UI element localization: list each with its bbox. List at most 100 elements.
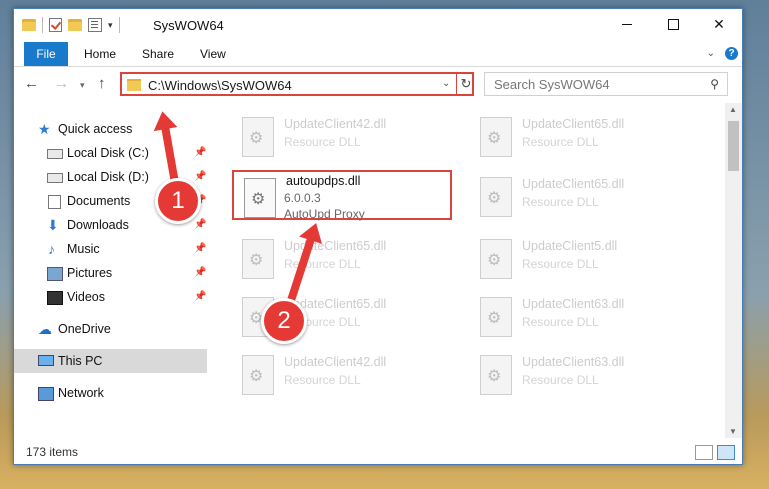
details-view-icon[interactable] [695, 445, 713, 460]
list-item[interactable]: UpdateClient5.dll Resource DLL [470, 233, 690, 283]
file-name: autoupdps.dll [286, 174, 361, 188]
recent-locations-chevron-icon[interactable]: ▾ [80, 80, 85, 91]
dll-file-icon [480, 355, 512, 395]
file-type: Resource DLL [284, 257, 361, 271]
dll-file-icon [242, 239, 274, 279]
expand-ribbon-chevron-icon[interactable]: ⌄ [707, 48, 715, 59]
pin-icon[interactable]: 📌 [194, 261, 206, 285]
tab-file[interactable]: File [24, 42, 68, 66]
customize-toolbar-dropdown-icon[interactable]: ▾ [108, 20, 113, 31]
file-type: Resource DLL [522, 257, 599, 271]
close-button[interactable]: ✕ [696, 9, 742, 40]
sidebar-item-network[interactable]: Network [14, 381, 207, 405]
properties-icon[interactable] [88, 18, 102, 32]
back-arrow-icon[interactable]: ← [24, 75, 39, 92]
scroll-up-icon[interactable]: ▲ [729, 105, 737, 114]
file-type: Resource DLL [522, 195, 599, 209]
pin-icon[interactable]: 📌 [194, 237, 206, 261]
search-icon[interactable]: ⚲ [710, 77, 719, 91]
picture-icon [47, 267, 63, 281]
toolbar-divider [42, 17, 43, 33]
download-icon: ⬇ [47, 217, 59, 233]
tab-share[interactable]: Share [142, 42, 174, 66]
file-name: UpdateClient63.dll [522, 297, 625, 311]
scroll-down-icon[interactable]: ▼ [729, 427, 737, 436]
pin-icon[interactable]: 📌 [194, 141, 206, 165]
search-placeholder: Search SysWOW64 [494, 77, 610, 92]
navigation-pane: ★ Quick access Local Disk (C:) 📌 Local D… [14, 109, 207, 439]
sidebar-item-quick-access[interactable]: ★ Quick access [14, 117, 207, 141]
disk-icon [47, 173, 63, 183]
ribbon-right-controls: ⌄ ? [707, 47, 738, 60]
file-name: UpdateClient65.dll [284, 239, 387, 253]
file-description: AutoUpd Proxy [284, 207, 365, 221]
up-arrow-icon[interactable]: ↑ [98, 75, 106, 92]
sidebar-item-label: Local Disk (D:) [67, 170, 149, 184]
folder-icon [127, 79, 141, 91]
forward-arrow-icon[interactable]: → [54, 75, 69, 92]
pin-icon[interactable]: 📌 [194, 285, 206, 309]
sidebar-item-label: Documents [67, 194, 131, 208]
step-badge-2: 2 [261, 298, 307, 344]
file-type: Resource DLL [284, 373, 361, 387]
pin-icon[interactable]: 📌 [194, 213, 206, 237]
toolbar-divider [118, 17, 120, 33]
file-type: Resource DLL [522, 373, 599, 387]
sidebar-item-pictures[interactable]: Pictures 📌 [14, 261, 207, 285]
step-badge-1: 1 [155, 178, 201, 224]
sidebar-item-label: OneDrive [58, 322, 111, 336]
sidebar-item-videos[interactable]: Videos 📌 [14, 285, 207, 309]
file-name: UpdateClient42.dll [284, 117, 387, 131]
scrollbar-thumb[interactable] [728, 121, 739, 171]
file-list: UpdateClient42.dll Resource DLL autoupdp… [210, 103, 724, 438]
ribbon-tabs: File Home Share View ⌄ ? [14, 42, 742, 67]
star-icon: ★ [38, 121, 51, 137]
status-bar: 173 items [14, 441, 742, 464]
list-item[interactable]: UpdateClient65.dll Resource DLL [232, 233, 452, 283]
sidebar-item-local-disk-c[interactable]: Local Disk (C:) 📌 [14, 141, 207, 165]
sidebar-item-onedrive[interactable]: ☁ OneDrive [14, 317, 207, 341]
refresh-icon[interactable]: ↻ [456, 74, 475, 94]
list-item[interactable]: UpdateClient42.dll Resource DLL [232, 111, 452, 161]
music-icon: ♪ [48, 241, 55, 257]
tab-view[interactable]: View [200, 42, 226, 66]
address-path[interactable]: C:\Windows\SysWOW64 [148, 78, 292, 93]
list-item[interactable]: UpdateClient42.dll Resource DLL [232, 349, 452, 399]
tab-home[interactable]: Home [84, 42, 116, 66]
pin-icon[interactable]: 📌 [194, 165, 206, 189]
navigation-bar: ← → ▾ ↑ C:\Windows\SysWOW64 ⌄ ↻ Search S… [14, 71, 742, 101]
address-bar[interactable]: C:\Windows\SysWOW64 ⌄ ↻ [120, 72, 474, 96]
item-count: 173 items [26, 445, 79, 459]
list-item[interactable]: UpdateClient65.dll Resource DLL [470, 111, 690, 161]
file-name: UpdateClient63.dll [522, 355, 625, 369]
sidebar-item-music[interactable]: ♪ Music 📌 [14, 237, 207, 261]
dll-file-icon [480, 177, 512, 217]
folder-icon [22, 19, 36, 31]
video-icon [47, 291, 63, 305]
title-bar: ▾ SysWOW64 ✕ [14, 9, 742, 40]
document-icon [48, 195, 61, 209]
address-dropdown-icon[interactable]: ⌄ [442, 78, 450, 89]
file-name: UpdateClient65.dll [522, 177, 625, 191]
highlighted-file-autoupdps[interactable]: autoupdps.dll 6.0.0.3 AutoUpd Proxy [232, 170, 452, 221]
checkmark-icon[interactable] [49, 18, 62, 32]
dll-file-icon [480, 297, 512, 337]
search-input[interactable]: Search SysWOW64 ⚲ [484, 72, 728, 96]
sidebar-item-label: Music [67, 242, 100, 256]
file-name: UpdateClient5.dll [522, 239, 618, 253]
vertical-scrollbar[interactable]: ▲ ▼ [725, 103, 742, 438]
sidebar-item-label: Local Disk (C:) [67, 146, 149, 160]
list-item[interactable]: UpdateClient63.dll Resource DLL [470, 291, 690, 341]
maximize-button[interactable] [650, 9, 696, 40]
list-item[interactable]: UpdateClient65.dll Resource DLL [470, 171, 690, 221]
list-item[interactable]: UpdateClient63.dll Resource DLL [470, 349, 690, 399]
sidebar-item-this-pc[interactable]: This PC [14, 349, 207, 373]
new-folder-icon[interactable] [68, 19, 82, 31]
dll-file-icon [244, 178, 276, 218]
large-icons-view-icon[interactable] [717, 445, 735, 460]
dll-file-icon [480, 239, 512, 279]
file-type: Resource DLL [522, 315, 599, 329]
help-icon[interactable]: ? [725, 47, 738, 60]
computer-icon [38, 355, 54, 366]
minimize-button[interactable] [604, 9, 650, 40]
